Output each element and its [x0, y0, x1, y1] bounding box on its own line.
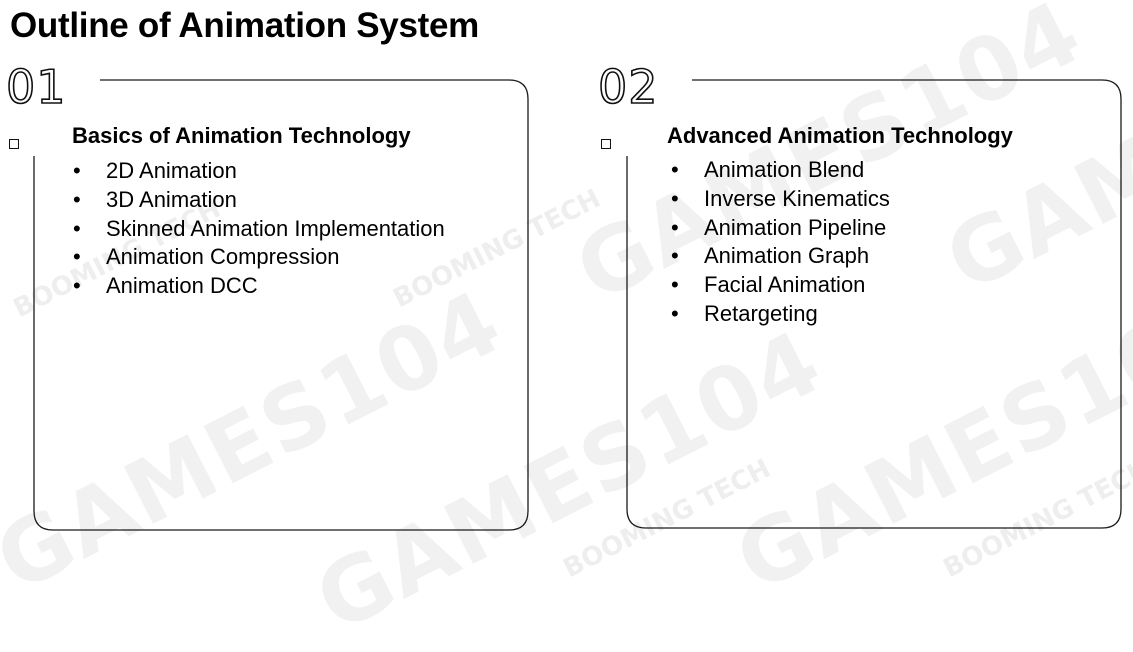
list-item: Inverse Kinematics	[671, 185, 890, 214]
list-item: Facial Animation	[671, 271, 890, 300]
list-item: Animation Graph	[671, 242, 890, 271]
card-heading: Advanced Animation Technology	[667, 123, 1013, 148]
section-number-dot	[601, 139, 611, 149]
list-item: Retargeting	[671, 300, 890, 329]
section-number-text: 02	[597, 60, 659, 114]
section-number: 02	[597, 63, 663, 156]
card-frame	[626, 79, 1122, 529]
list-item: Animation Blend	[671, 156, 890, 185]
topic-list: Animation Blend Inverse Kinematics Anima…	[671, 156, 890, 329]
list-item: Animation Pipeline	[671, 214, 890, 243]
